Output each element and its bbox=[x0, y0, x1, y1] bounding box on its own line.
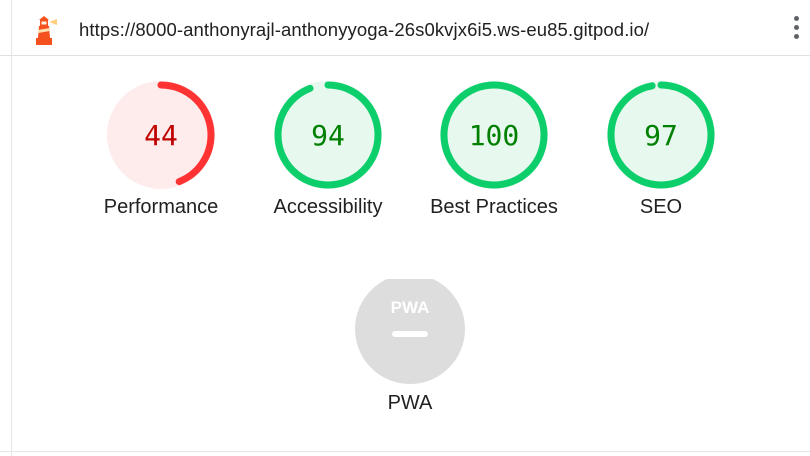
pwa-gauge[interactable]: PWA bbox=[350, 279, 470, 399]
left-divider bbox=[11, 0, 12, 456]
gauge-chart: 97 bbox=[607, 81, 715, 189]
gauge-chart: 44 bbox=[107, 81, 215, 189]
gauge-score: 97 bbox=[644, 119, 678, 152]
more-vertical-icon[interactable] bbox=[790, 16, 802, 46]
pwa-label: PWA bbox=[387, 392, 433, 414]
gauge-best-practices[interactable]: 100 Best Practices bbox=[430, 79, 558, 218]
gauge-seo[interactable]: 97 SEO bbox=[601, 79, 721, 218]
gauge-performance[interactable]: 44 Performance bbox=[101, 79, 221, 218]
bottom-divider bbox=[0, 451, 810, 452]
gauge-accessibility[interactable]: 94 Accessibility bbox=[268, 79, 388, 218]
report-url[interactable]: https://8000-anthonyrajl-anthonyyoga-26s… bbox=[79, 19, 649, 41]
gauge-score: 100 bbox=[469, 119, 520, 152]
gauge-label: SEO bbox=[639, 196, 683, 218]
report-header: https://8000-anthonyrajl-anthonyyoga-26s… bbox=[0, 0, 810, 56]
gauge-score: 44 bbox=[144, 119, 178, 152]
pwa-badge-icon: PWA bbox=[355, 279, 465, 384]
pwa-badge-text: PWA bbox=[391, 298, 430, 317]
gauge-score: 94 bbox=[311, 119, 345, 152]
gauge-chart: 100 bbox=[440, 81, 548, 189]
gauge-label: Best Practices bbox=[430, 196, 558, 218]
lighthouse-icon bbox=[36, 16, 57, 45]
gauge-label: Accessibility bbox=[273, 196, 383, 218]
gauge-chart: 94 bbox=[274, 81, 382, 189]
